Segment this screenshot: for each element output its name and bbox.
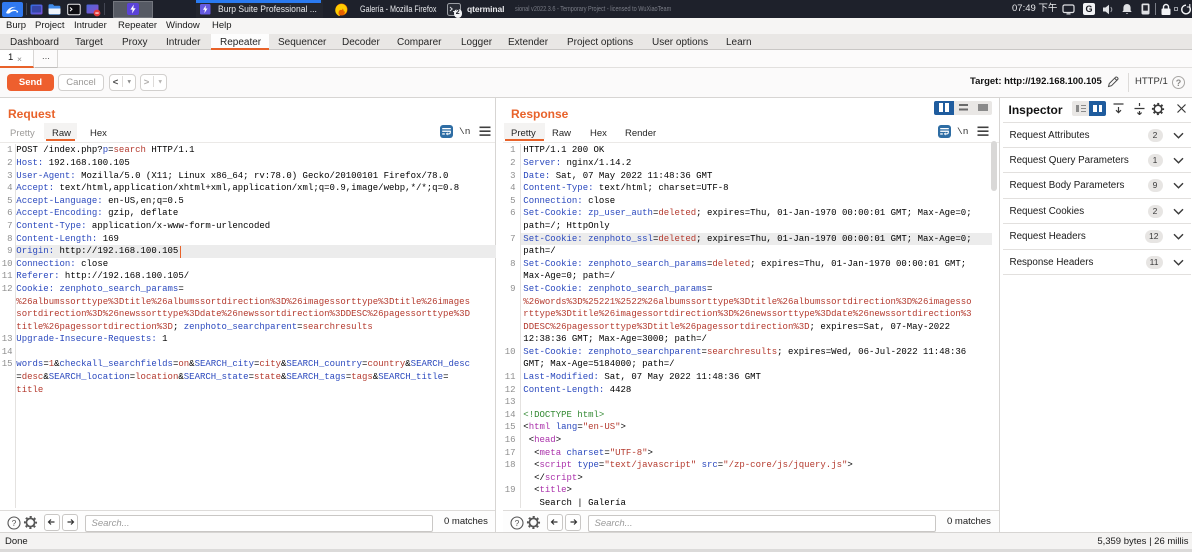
svg-text:G: G xyxy=(1085,4,1092,14)
svg-text:?: ? xyxy=(514,518,519,528)
svg-text:?: ? xyxy=(11,518,16,528)
